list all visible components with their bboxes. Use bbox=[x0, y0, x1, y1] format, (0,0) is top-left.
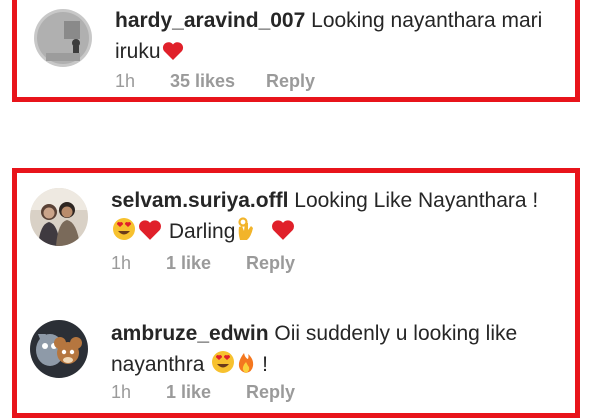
comment-text: Looking Like Nayanthara ! bbox=[294, 189, 539, 212]
likes-count[interactable]: 1 like bbox=[166, 253, 246, 274]
username[interactable]: selvam.suriya.offl bbox=[111, 189, 288, 212]
comment-text-line2: iruku bbox=[115, 40, 161, 63]
heart-eyes-emoji-icon bbox=[211, 350, 235, 374]
comment-text: Oii suddenly u looking like bbox=[274, 322, 518, 345]
comment-text: Looking nayanthara mari bbox=[311, 9, 543, 32]
red-heart-icon bbox=[162, 41, 184, 61]
comment-text-end: ! bbox=[262, 353, 268, 376]
comment-text-line2: nayanthra bbox=[111, 353, 205, 376]
username[interactable]: ambruze_edwin bbox=[111, 322, 269, 345]
avatar[interactable] bbox=[30, 188, 88, 246]
avatar[interactable] bbox=[30, 320, 88, 378]
red-heart-icon bbox=[138, 219, 162, 241]
comment-text-line2: Darling bbox=[168, 220, 236, 243]
avatar-couple-icon bbox=[30, 188, 88, 246]
avatar-cartoon-icon bbox=[30, 320, 88, 378]
reply-button[interactable]: Reply bbox=[266, 71, 315, 92]
comment-time: 1h bbox=[111, 253, 132, 273]
likes-count[interactable]: 35 likes bbox=[170, 71, 266, 92]
avatar[interactable] bbox=[34, 9, 92, 67]
comment-time: 1h bbox=[115, 71, 136, 91]
fire-icon bbox=[237, 350, 255, 374]
username[interactable]: hardy_aravind_007 bbox=[115, 9, 305, 32]
ok-hand-icon bbox=[236, 217, 254, 241]
reply-button[interactable]: Reply bbox=[246, 253, 295, 274]
red-heart-icon bbox=[271, 219, 295, 241]
heart-eyes-emoji-icon bbox=[112, 217, 136, 241]
avatar-gray-icon bbox=[34, 9, 92, 67]
